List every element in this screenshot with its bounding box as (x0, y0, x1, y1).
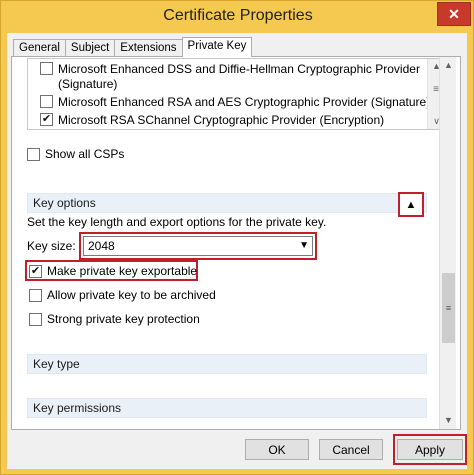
window-title: Certificate Properties (163, 7, 313, 24)
show-all-csps-label: Show all CSPs (45, 147, 125, 161)
provider-checkbox-rsa-aes[interactable] (40, 95, 53, 108)
key-options-title: Key options (33, 196, 96, 210)
archive-row[interactable]: Allow private key to be archived (29, 288, 216, 302)
arrow-down-icon[interactable]: ▼ (440, 412, 457, 428)
exportable-row[interactable]: Make private key exportable (29, 264, 197, 278)
arrow-up-icon[interactable]: ▲ (440, 57, 457, 73)
dialog-client-area: General Subject Extensions Private Key M… (7, 33, 467, 469)
exportable-checkbox[interactable] (29, 264, 42, 278)
tab-private-key[interactable]: Private Key (181, 37, 253, 57)
tab-extensions[interactable]: Extensions (114, 39, 183, 57)
archive-checkbox[interactable] (29, 288, 42, 302)
key-size-highlight: 2048 ▼ (79, 232, 317, 260)
tab-strip: General Subject Extensions Private Key (13, 37, 253, 57)
key-size-dropdown[interactable]: 2048 ▼ (83, 236, 313, 256)
archive-label: Allow private key to be archived (47, 288, 216, 302)
ok-button[interactable]: OK (245, 439, 309, 460)
tab-subject[interactable]: Subject (64, 39, 116, 57)
tab-general[interactable]: General (13, 39, 66, 57)
csp-provider-list[interactable]: Microsoft Enhanced DSS and Diffie-Hellma… (27, 58, 445, 130)
key-size-value: 2048 (88, 239, 115, 253)
chevron-down-icon[interactable]: ▼ (299, 237, 309, 255)
key-options-description: Set the key length and export options fo… (27, 215, 327, 229)
provider-label: Microsoft RSA SChannel Cryptographic Pro… (58, 113, 385, 127)
scroll-thumb[interactable]: ≡ (442, 273, 455, 343)
list-item[interactable]: Microsoft RSA SChannel Cryptographic Pro… (40, 113, 384, 128)
chevron-up-icon: ▲ (405, 198, 417, 211)
list-item[interactable]: Microsoft Enhanced DSS and Diffie-Hellma… (40, 62, 420, 92)
list-item[interactable]: Microsoft Enhanced RSA and AES Cryptogra… (40, 95, 430, 110)
key-options-header[interactable]: Key options (27, 193, 427, 213)
key-permissions-header[interactable]: Key permissions (27, 398, 427, 418)
provider-label: Microsoft Enhanced DSS and Diffie-Hellma… (58, 62, 420, 76)
certificate-properties-window: Certificate Properties ✕ General Subject… (0, 0, 474, 475)
key-type-header[interactable]: Key type (27, 354, 427, 374)
cancel-button[interactable]: Cancel (319, 439, 383, 460)
provider-label-continued: (Signature) (58, 77, 118, 91)
private-key-panel: Microsoft Enhanced DSS and Diffie-Hellma… (11, 56, 461, 430)
panel-scrollbar[interactable]: ▲ ≡ ▼ (439, 57, 456, 429)
close-button[interactable]: ✕ (437, 2, 471, 26)
strong-protection-label: Strong private key protection (47, 312, 200, 326)
provider-checkbox-rsa-schannel[interactable] (40, 113, 53, 126)
key-size-label: Key size: (27, 239, 76, 253)
show-all-csps-checkbox[interactable] (27, 147, 40, 161)
exportable-label: Make private key exportable (47, 264, 198, 278)
title-bar[interactable]: Certificate Properties ✕ (1, 1, 473, 33)
show-all-csps-row[interactable]: Show all CSPs (27, 147, 124, 161)
key-permissions-title: Key permissions (33, 401, 122, 415)
close-icon: ✕ (448, 5, 460, 22)
key-options-collapse-button[interactable]: ▲ (398, 192, 424, 217)
scroll-grip-icon: ≡ (445, 303, 452, 313)
apply-button[interactable]: Apply (397, 439, 463, 460)
strong-protection-row[interactable]: Strong private key protection (29, 312, 200, 326)
key-type-title: Key type (33, 357, 80, 371)
provider-label: Microsoft Enhanced RSA and AES Cryptogra… (58, 95, 431, 109)
provider-checkbox-dss[interactable] (40, 62, 53, 75)
strong-protection-checkbox[interactable] (29, 312, 42, 326)
